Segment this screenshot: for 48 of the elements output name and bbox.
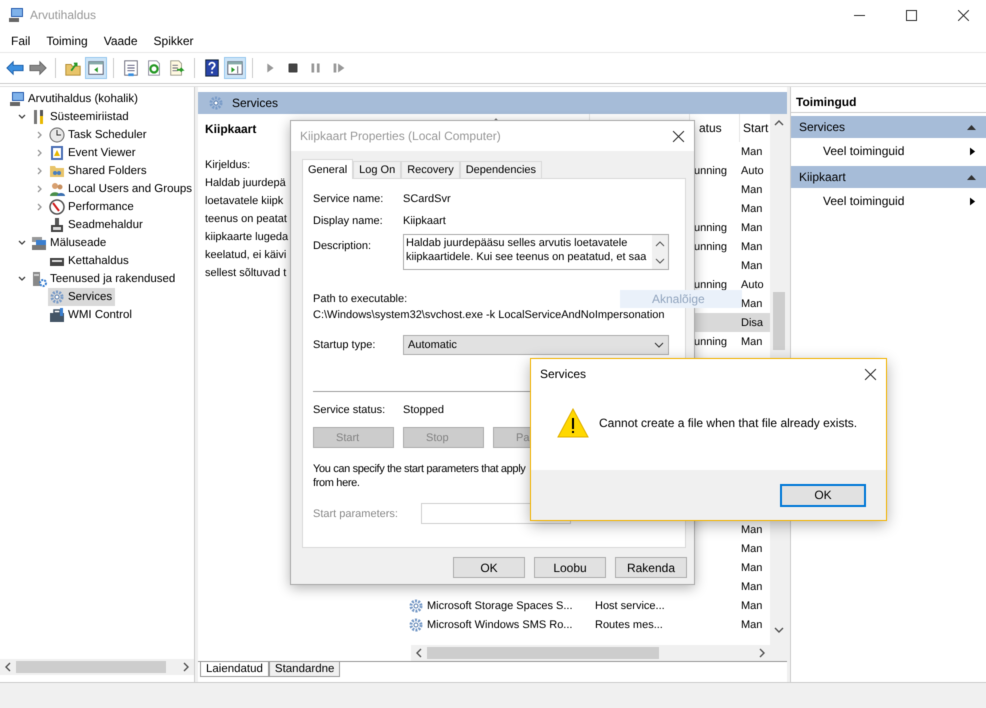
startup-type: Man [741, 240, 762, 252]
field-label: Service status: [313, 404, 386, 416]
startup-type: Man [741, 146, 762, 158]
message-box-title: Services [540, 367, 586, 381]
description-line: teenus on peatat [205, 212, 287, 227]
description-heading: Kirjeldus: [205, 158, 250, 173]
field-value: Stopped [403, 404, 444, 416]
startup-type: Auto [741, 164, 764, 176]
startup-type: Auto [741, 278, 764, 290]
description-line: Haldab juurdepä [205, 176, 286, 191]
field-value: SCardSvr [403, 193, 451, 205]
field-label: Startup type: [313, 339, 376, 351]
startup-type: Man [741, 524, 762, 536]
service-description: Routes mes... [595, 618, 663, 630]
description-line: sellest sõltuvad t [205, 266, 286, 281]
help-text: You can specify the start parameters that apply from here. [313, 462, 527, 490]
startup-type: Man [741, 618, 762, 630]
service-title: Kiipkaart [205, 122, 258, 136]
field-label: Display name: [313, 215, 384, 227]
dialog-title: Kiipkaart Properties (Local Computer) [300, 129, 501, 143]
startup-type: Man [741, 222, 762, 234]
description-line: loetavatele kiipk [205, 194, 284, 209]
service-name: Microsoft Storage Spaces S... [427, 600, 573, 612]
description-line: keelatud, ei käivi [205, 248, 286, 263]
message-text: Cannot create a file when that file already exists. [599, 416, 858, 430]
actions-title: Toimingud [791, 92, 986, 113]
field-value: C:\Windows\system32\svchost.exe -k LocalServiceAndNoImpersonation [313, 309, 666, 321]
window-title: Arvutihaldus [30, 8, 96, 22]
service-name: Microsoft Windows SMS Ro... [427, 618, 572, 630]
startup-type: Man [741, 580, 762, 592]
service-status: unning [694, 240, 728, 252]
startup-type: Man [741, 600, 762, 612]
field-label: Description: [313, 240, 372, 252]
field-label: Service name: [313, 193, 384, 205]
service-description: Host service... [595, 600, 665, 612]
pane-title: Services [232, 96, 278, 110]
service-status: unning [694, 222, 728, 234]
field-label: Start parameters: [313, 508, 399, 520]
service-status: unning [694, 278, 728, 290]
startup-type: Disa [741, 316, 764, 328]
startup-type: Man [741, 542, 762, 554]
service-status: unning [694, 164, 728, 176]
field-value: Kiipkaart [403, 215, 446, 227]
startup-type: Man [741, 336, 762, 348]
snip-tooltip: Aknalõige [620, 290, 742, 308]
description-line: kiipkaarte lugeda [205, 230, 288, 245]
service-status: unning [694, 336, 728, 348]
startup-type: Man [741, 202, 762, 214]
